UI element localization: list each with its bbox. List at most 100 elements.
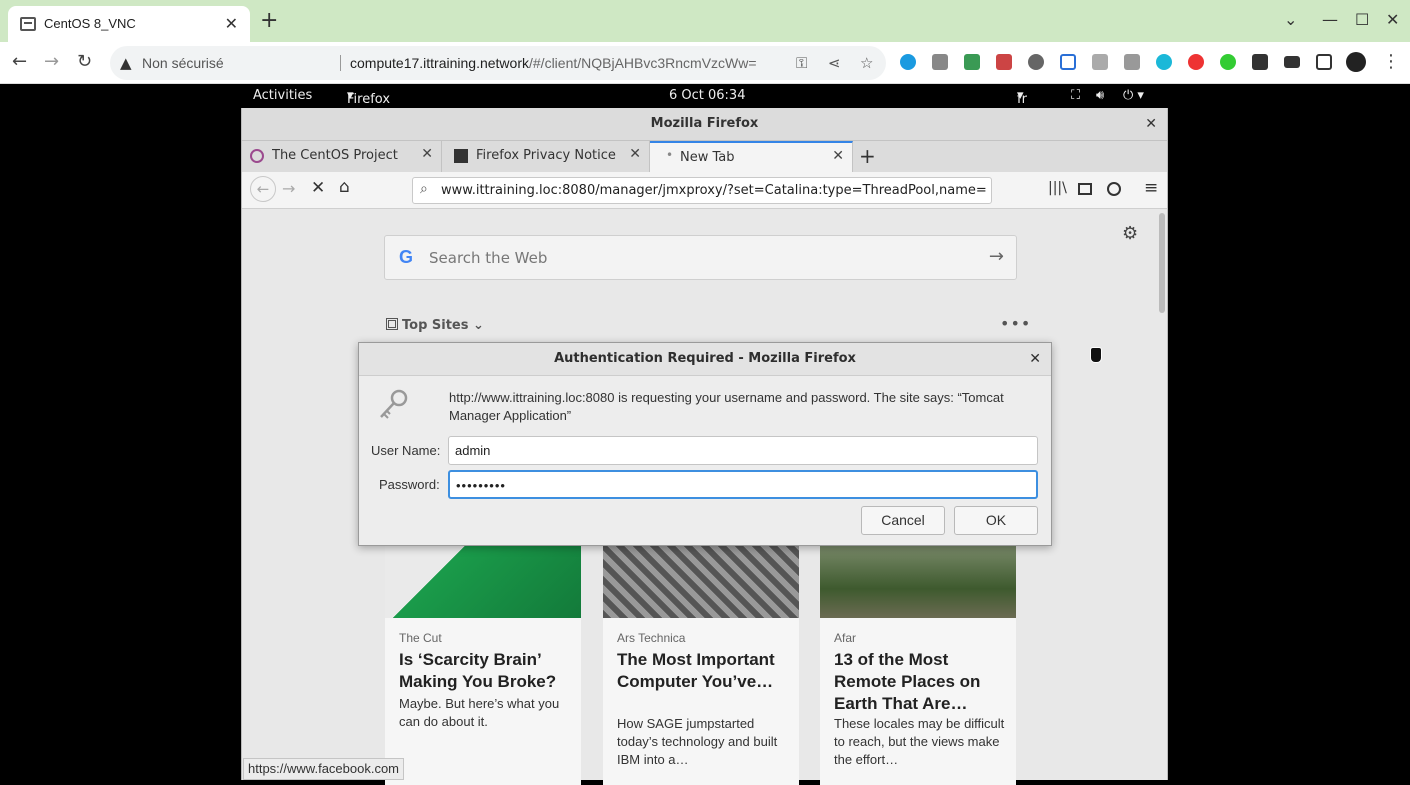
- chrome-tab-strip: CentOS 8_VNC ✕ + ⌄ — ☐ ✕: [0, 0, 1410, 42]
- story-headline: 13 of the Most Remote Places on Earth Th…: [834, 650, 981, 713]
- dialog-titlebar: Authentication Required - Mozilla Firefo…: [359, 343, 1051, 376]
- clock[interactable]: 6 Oct 06:34: [669, 88, 745, 103]
- address-url: compute17.ittraining.network/#/client/NQ…: [350, 55, 757, 71]
- address-path: /#/client/NQBjAHBvc3RncmVzcWw=: [529, 55, 757, 71]
- tab-dot-icon: •: [666, 148, 674, 162]
- activities-button[interactable]: Activities: [253, 88, 312, 103]
- tab-label: Firefox Privacy Notice —: [476, 148, 618, 163]
- minimize-icon[interactable]: —: [1322, 10, 1338, 29]
- cancel-button[interactable]: Cancel: [861, 506, 945, 535]
- reload-icon[interactable]: ↻: [77, 51, 92, 72]
- puzzle-icon[interactable]: [1252, 54, 1268, 70]
- server-icon: [20, 17, 36, 31]
- firefox-titlebar: Mozilla Firefox ✕: [242, 108, 1167, 141]
- kebab-menu-icon[interactable]: ⋮: [1382, 51, 1400, 72]
- skype-extension-icon[interactable]: [900, 54, 916, 70]
- story-source: Afar: [834, 631, 857, 645]
- home-icon[interactable]: ⌂: [339, 177, 350, 197]
- arrow-right-icon[interactable]: →: [989, 246, 1004, 267]
- extension-icon[interactable]: [964, 54, 980, 70]
- chrome-toolbar: ← → ↻ ▲ Non sécurisé compute17.ittrainin…: [0, 42, 1410, 84]
- story-excerpt: How SAGE jumpstarted today’s technology …: [617, 716, 778, 767]
- story-image: [385, 545, 581, 618]
- close-icon[interactable]: ✕: [225, 14, 238, 33]
- address-bar[interactable]: ▲ Non sécurisé compute17.ittraining.netw…: [110, 46, 886, 80]
- password-label: Password:: [379, 477, 440, 492]
- firefox-app-menu[interactable]: Firefox ▾: [347, 88, 390, 107]
- sidebar-icon[interactable]: [1078, 183, 1092, 195]
- extension-icon[interactable]: [1220, 54, 1236, 70]
- extension-icon[interactable]: [1060, 54, 1076, 70]
- side-panel-icon[interactable]: [1316, 54, 1332, 70]
- dialog-title: Authentication Required - Mozilla Firefo…: [554, 351, 856, 366]
- top-sites-header[interactable]: Top Sites ⌄: [386, 318, 484, 333]
- tab-label: New Tab: [680, 150, 735, 165]
- hamburger-menu-icon[interactable]: ≡: [1144, 178, 1158, 198]
- media-icon[interactable]: [1284, 56, 1300, 68]
- back-icon[interactable]: ←: [250, 176, 276, 202]
- extension-icon[interactable]: [1028, 54, 1044, 70]
- address-host: compute17.ittraining.network: [350, 55, 529, 71]
- language-indicator[interactable]: fr ▾: [1017, 88, 1027, 107]
- language-label: fr: [1017, 92, 1027, 107]
- volume-icon[interactable]: 🔊︎: [1096, 88, 1104, 103]
- password-input[interactable]: •••••••••: [448, 470, 1038, 499]
- close-icon[interactable]: ✕: [1029, 343, 1041, 375]
- story-image: [603, 545, 799, 618]
- firefox-url: www.ittraining.loc:8080/manager/jmxproxy…: [441, 183, 986, 198]
- network-icon[interactable]: ⛶: [1071, 88, 1080, 103]
- warning-icon: ▲: [120, 54, 132, 72]
- new-tab-icon[interactable]: +: [859, 144, 876, 168]
- more-options-icon[interactable]: •••: [1000, 314, 1031, 333]
- window-close-icon[interactable]: ✕: [1386, 10, 1399, 29]
- top-sites-label: Top Sites: [402, 318, 469, 333]
- gear-icon[interactable]: ⚙: [1122, 223, 1138, 244]
- firefox-window-title: Mozilla Firefox: [650, 116, 759, 131]
- mozilla-icon: [454, 149, 468, 163]
- story-card[interactable]: Ars Technica The Most Important Computer…: [603, 545, 799, 785]
- close-icon[interactable]: ✕: [1145, 108, 1157, 140]
- story-card[interactable]: The Cut Is ‘Scarcity Brain’ Making You B…: [385, 545, 581, 785]
- story-card[interactable]: Afar 13 of the Most Remote Places on Ear…: [820, 545, 1016, 785]
- ok-button[interactable]: OK: [954, 506, 1038, 535]
- tab-search-icon[interactable]: ⌄: [1284, 10, 1297, 29]
- close-icon[interactable]: ✕: [421, 146, 433, 162]
- account-icon[interactable]: [1107, 182, 1121, 196]
- story-headline: The Most Important Computer You’ve…: [617, 650, 775, 691]
- firefox-url-bar[interactable]: ⌕ www.ittraining.loc:8080/manager/jmxpro…: [412, 177, 992, 204]
- new-tab-icon[interactable]: +: [260, 10, 278, 32]
- scrollbar[interactable]: [1159, 213, 1165, 313]
- web-search-box[interactable]: G Search the Web →: [384, 235, 1017, 280]
- extension-icon[interactable]: [1092, 54, 1108, 70]
- extension-icon[interactable]: [1124, 54, 1140, 70]
- maximize-icon[interactable]: ☐: [1355, 10, 1369, 29]
- story-source: Ars Technica: [617, 631, 686, 645]
- stop-icon[interactable]: ✕: [311, 178, 325, 198]
- close-icon[interactable]: ✕: [629, 146, 641, 162]
- share-icon[interactable]: ⋖: [828, 54, 841, 72]
- story-excerpt: These locales may be difficult to reach,…: [834, 716, 1005, 767]
- close-icon[interactable]: ✕: [832, 148, 844, 164]
- address-separator: [340, 55, 341, 71]
- forward-icon[interactable]: →: [282, 179, 295, 198]
- username-input[interactable]: admin: [448, 436, 1038, 465]
- key-icon[interactable]: ⚿: [796, 54, 807, 72]
- profile-avatar-icon[interactable]: [1346, 52, 1366, 72]
- library-icon[interactable]: |||\: [1048, 180, 1067, 196]
- back-icon[interactable]: ←: [12, 51, 27, 72]
- extension-icon[interactable]: [996, 54, 1012, 70]
- extension-icon[interactable]: [1188, 54, 1204, 70]
- mouse-cursor: [1090, 347, 1102, 363]
- power-icon[interactable]: ⏻ ▾: [1123, 88, 1144, 103]
- firefox-tab-strip: The CentOS Project ✕ Firefox Privacy Not…: [242, 141, 1167, 172]
- star-icon[interactable]: ☆: [860, 54, 873, 72]
- forward-icon[interactable]: →: [44, 51, 59, 72]
- chrome-tab-centos-vnc[interactable]: CentOS 8_VNC ✕: [8, 6, 250, 42]
- tab-privacy-notice[interactable]: Firefox Privacy Notice — ✕: [446, 141, 650, 172]
- tab-new-tab[interactable]: • New Tab ✕: [650, 141, 853, 172]
- extension-icon[interactable]: [932, 54, 948, 70]
- tab-centos-project[interactable]: The CentOS Project ✕: [242, 141, 442, 172]
- google-icon: G: [399, 247, 414, 267]
- extension-icon[interactable]: [1156, 54, 1172, 70]
- username-label: User Name:: [371, 443, 441, 458]
